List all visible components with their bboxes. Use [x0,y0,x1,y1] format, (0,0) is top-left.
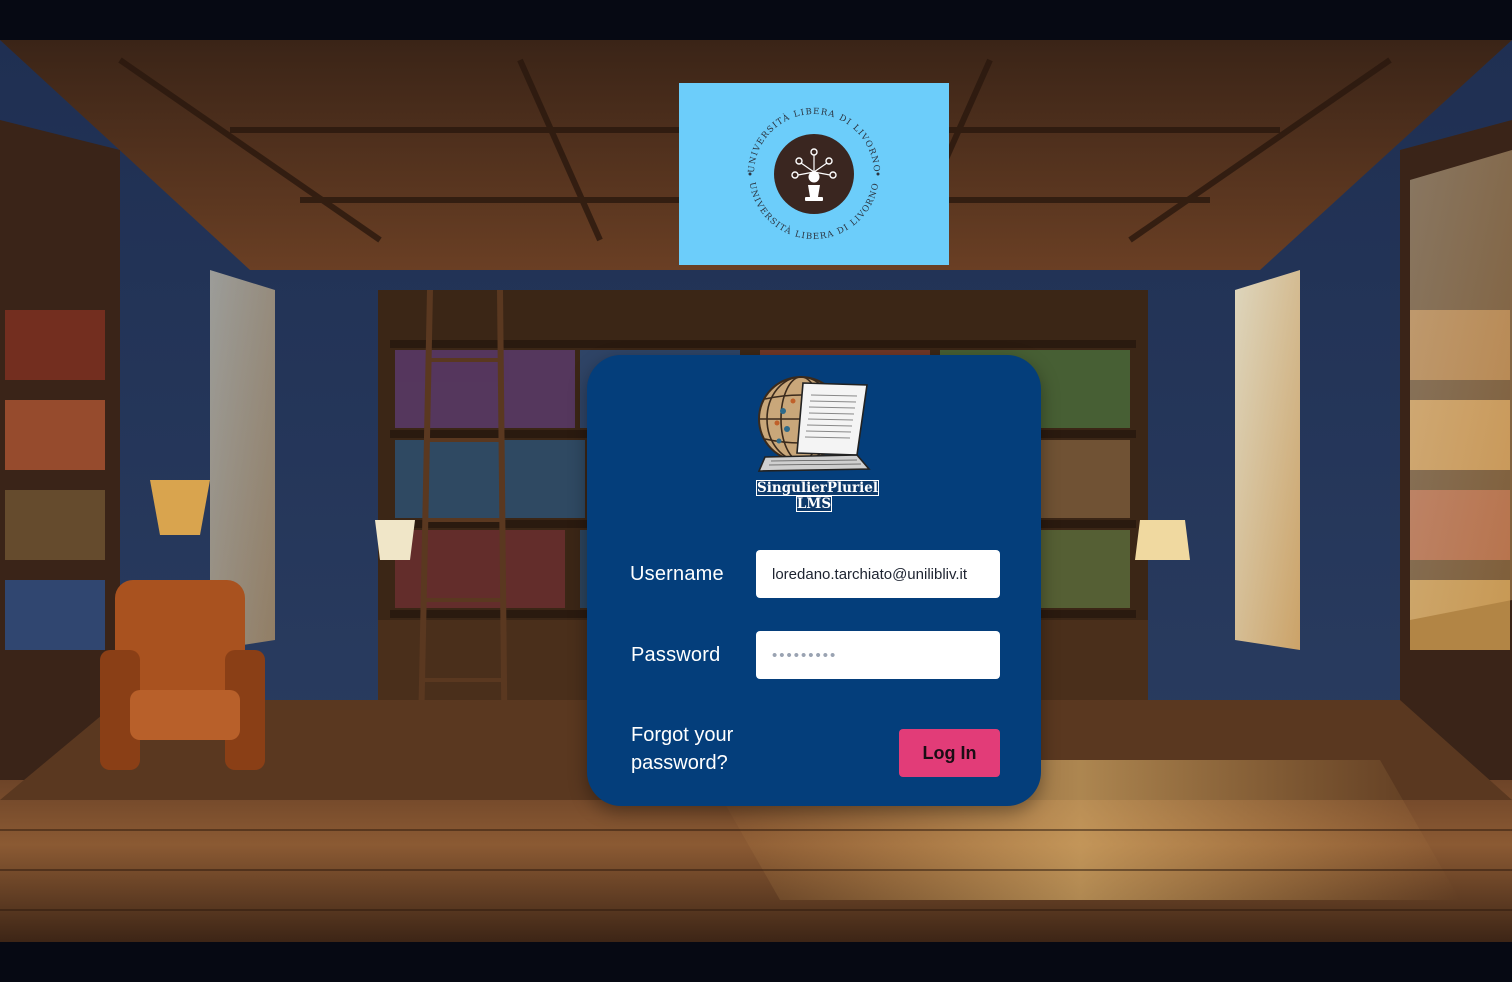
password-label: Password [631,644,721,666]
login-button[interactable]: Log In [899,729,1000,777]
app-name-line1: SingulierPluriel [756,480,879,496]
letterbox-bottom [0,942,1512,982]
globe-laptop-document-icon [757,376,871,472]
login-card: SingulierPluriel LMS Username Password F… [587,355,1041,806]
app-logo [757,371,871,475]
username-input[interactable] [756,550,1000,598]
username-label: Username [630,563,724,585]
app-name: SingulierPluriel LMS [756,480,879,512]
app-name-line2: LMS [795,496,833,512]
letterbox-top [0,0,1512,40]
forgot-password-link[interactable]: Forgot your password? [631,721,781,777]
password-input[interactable] [756,631,1000,679]
university-seal-icon: UNIVERSITÀ LIBERA DI LIVORNO UNIVERSITÀ … [747,107,881,242]
university-logo: UNIVERSITÀ LIBERA DI LIVORNO UNIVERSITÀ … [679,83,949,265]
